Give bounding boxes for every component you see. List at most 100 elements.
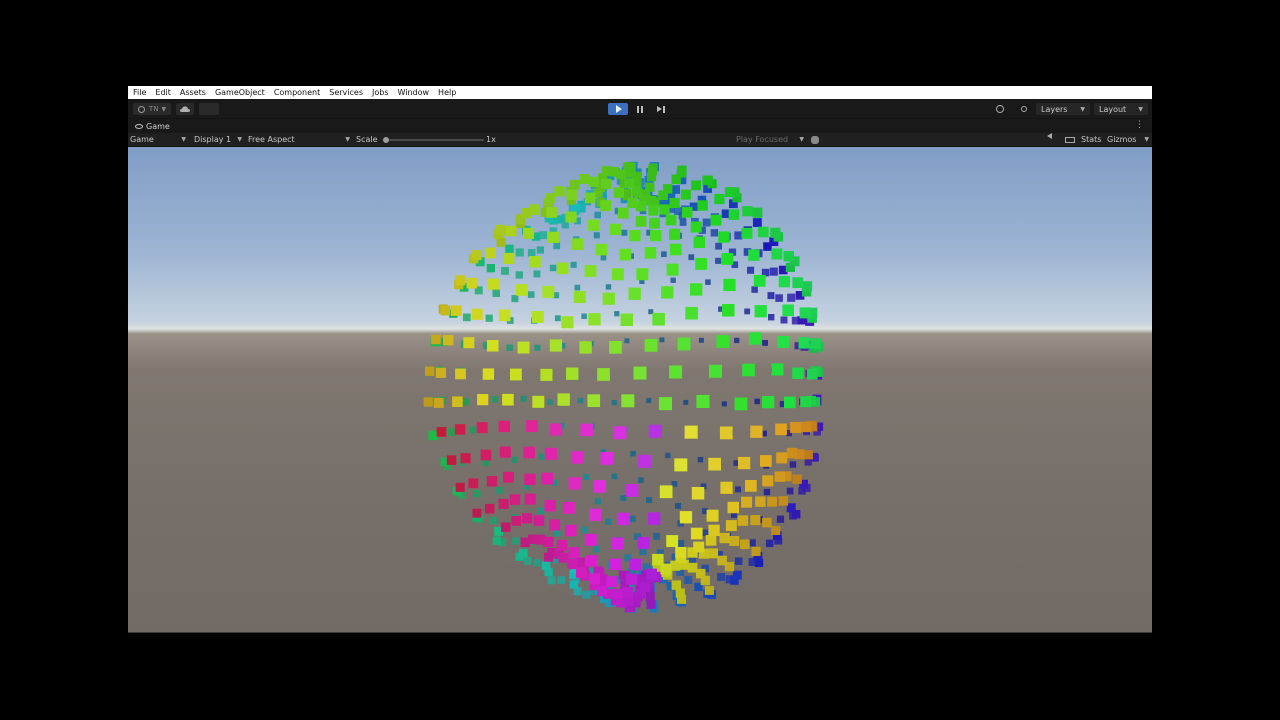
tab-game[interactable]: Game [131,119,174,133]
game-view-icon [135,123,143,129]
cube [704,585,714,595]
menu-component[interactable]: Component [274,86,320,99]
menu-help[interactable]: Help [438,86,456,99]
undo-history-button[interactable] [992,103,1008,115]
cube [617,207,629,219]
cube [544,447,557,460]
cube [524,493,536,505]
stats-button[interactable]: Stats [1081,133,1101,146]
cube [787,293,796,302]
cube [498,420,510,433]
cube [665,214,677,226]
cube [693,236,706,248]
cube [480,449,492,461]
menu-assets[interactable]: Assets [180,86,206,99]
cube [605,518,612,525]
cube [545,193,555,204]
cube [515,271,523,279]
game-viewport[interactable] [128,147,1152,632]
view-mode-dropdown[interactable]: Game ▼ [130,133,186,146]
cube [760,455,772,467]
cloud-button[interactable] [176,103,194,115]
cube [652,553,664,566]
chevron-down-icon: ▼ [1080,105,1085,113]
cube [601,178,612,189]
collab-button[interactable] [199,103,219,115]
cube [594,211,601,219]
cube [557,393,570,406]
menu-window[interactable]: Window [398,86,430,99]
mute-audio-button[interactable] [1047,133,1055,139]
menu-edit[interactable]: Edit [155,86,171,99]
cube [725,520,737,531]
cube [670,277,676,283]
cube [714,193,725,205]
cube [554,529,561,537]
cube [573,291,586,303]
cube [605,284,612,290]
scale-slider[interactable] [383,137,484,143]
cube [524,473,536,485]
search-button[interactable] [1016,103,1032,115]
cube [554,186,565,197]
step-button[interactable] [652,103,670,115]
cube [622,587,633,598]
cube [801,421,812,433]
cube [595,243,608,256]
cube [460,453,471,464]
cube [506,344,513,351]
layers-dropdown[interactable]: Layers ▼ [1036,103,1090,115]
cube [463,313,471,322]
gizmos-dropdown[interactable]: Gizmos ▼ [1107,133,1149,146]
cube [685,306,698,320]
cube [690,283,703,296]
cube [602,292,615,305]
cube [597,585,608,597]
cube [645,592,655,602]
cube [482,459,490,467]
cube [754,398,760,405]
cube [708,457,721,471]
more-options-icon[interactable]: ⋮ [1135,120,1144,130]
cube [527,291,535,298]
cube [705,535,717,546]
menu-jobs[interactable]: Jobs [372,86,389,99]
layout-dropdown[interactable]: Layout ▼ [1094,103,1148,115]
cube [556,262,569,275]
view-mode-label: Game [130,135,154,144]
play-button[interactable] [608,103,628,115]
cube [650,230,662,242]
play-focused-dropdown[interactable]: Play Focused ▼ [736,133,804,146]
menu-gameobject[interactable]: GameObject [215,86,265,99]
cube [577,397,584,404]
cube [659,204,670,215]
cube [644,338,658,352]
aspect-dropdown[interactable]: Free Aspect ▼ [248,133,350,146]
cube [677,540,685,547]
cube [688,254,695,261]
account-dropdown[interactable]: TN ▼ [133,103,171,115]
cube [674,207,683,216]
scale-slider-knob[interactable] [383,137,389,143]
cube [533,559,541,567]
cube [675,588,685,598]
cube [538,453,545,460]
cube [587,219,600,231]
bug-icon[interactable] [811,136,819,144]
cube [506,225,517,237]
cube [802,281,813,292]
menu-file[interactable]: File [133,86,146,99]
pause-button[interactable] [630,103,650,115]
display-dropdown[interactable]: Display 1 ▼ [194,133,242,146]
cube [690,527,703,540]
cube [600,452,614,465]
menu-services[interactable]: Services [329,86,363,99]
cube [715,242,722,250]
cube [537,507,545,515]
cube [532,395,545,408]
cube [626,162,636,173]
cube [471,250,482,261]
cube [511,295,519,303]
cube [569,580,579,589]
menu-bar: File Edit Assets GameObject Component Se… [128,86,1152,99]
